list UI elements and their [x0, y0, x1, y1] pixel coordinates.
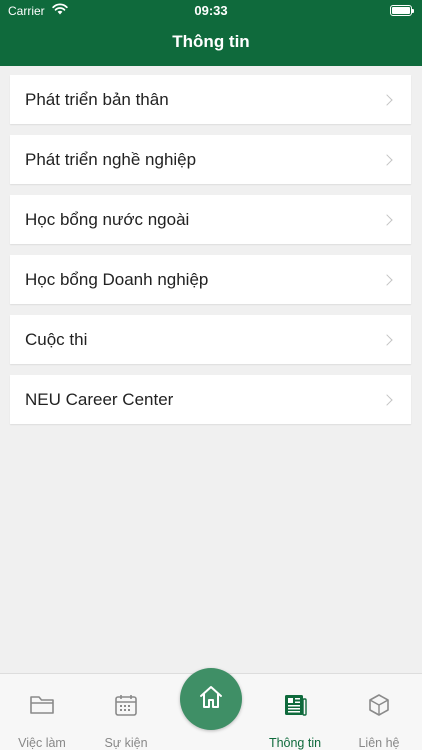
tab-label: Việc làm: [18, 736, 66, 750]
battery-icon: [390, 5, 414, 16]
menu-item-business-scholarships[interactable]: Học bổng Doanh nghiệp: [10, 255, 411, 304]
calendar-icon: [115, 695, 137, 716]
tab-label: Thông tin: [268, 736, 322, 750]
tab-information[interactable]: Thông tin: [253, 674, 337, 750]
newspaper-icon: [285, 695, 307, 716]
tab-label: Sự kiện: [104, 736, 148, 750]
app-header: Carrier 09:33 Thông tin: [0, 0, 422, 66]
menu-item-label: NEU Career Center: [25, 389, 174, 409]
cube-icon: [369, 694, 389, 716]
chevron-right-icon: [381, 93, 393, 106]
menu-item-competitions[interactable]: Cuộc thi: [10, 315, 411, 364]
menu-item-overseas-scholarships[interactable]: Học bổng nước ngoài: [10, 195, 411, 244]
menu-item-label: Học bổng Doanh nghiệp: [25, 269, 209, 289]
home-icon: [200, 686, 222, 708]
info-menu-list: Phát triển bản thân Phát triển nghề nghi…: [10, 75, 411, 435]
status-time: 09:33: [194, 3, 228, 18]
status-bar: Carrier 09:33: [0, 0, 422, 22]
menu-item-career-development[interactable]: Phát triển nghề nghiệp: [10, 135, 411, 184]
chevron-right-icon: [381, 393, 393, 406]
tab-label: Liên hệ: [358, 736, 400, 750]
menu-item-personal-development[interactable]: Phát triển bản thân: [10, 75, 411, 124]
tab-contact[interactable]: Liên hệ: [337, 674, 421, 750]
menu-item-label: Cuộc thi: [25, 329, 88, 349]
menu-item-neu-career-center[interactable]: NEU Career Center: [10, 375, 411, 424]
menu-item-label: Học bổng nước ngoài: [25, 209, 190, 229]
menu-item-label: Phát triển bản thân: [25, 89, 169, 109]
chevron-right-icon: [381, 273, 393, 286]
tab-jobs[interactable]: Việc làm: [0, 674, 84, 750]
chevron-right-icon: [381, 153, 393, 166]
folder-icon: [30, 696, 54, 714]
chevron-right-icon: [381, 333, 393, 346]
menu-item-label: Phát triển nghề nghiệp: [25, 149, 197, 169]
chevron-right-icon: [381, 213, 393, 226]
home-button[interactable]: [180, 668, 242, 730]
page-title: Thông tin: [172, 32, 250, 51]
tab-events[interactable]: Sự kiện: [84, 674, 168, 750]
